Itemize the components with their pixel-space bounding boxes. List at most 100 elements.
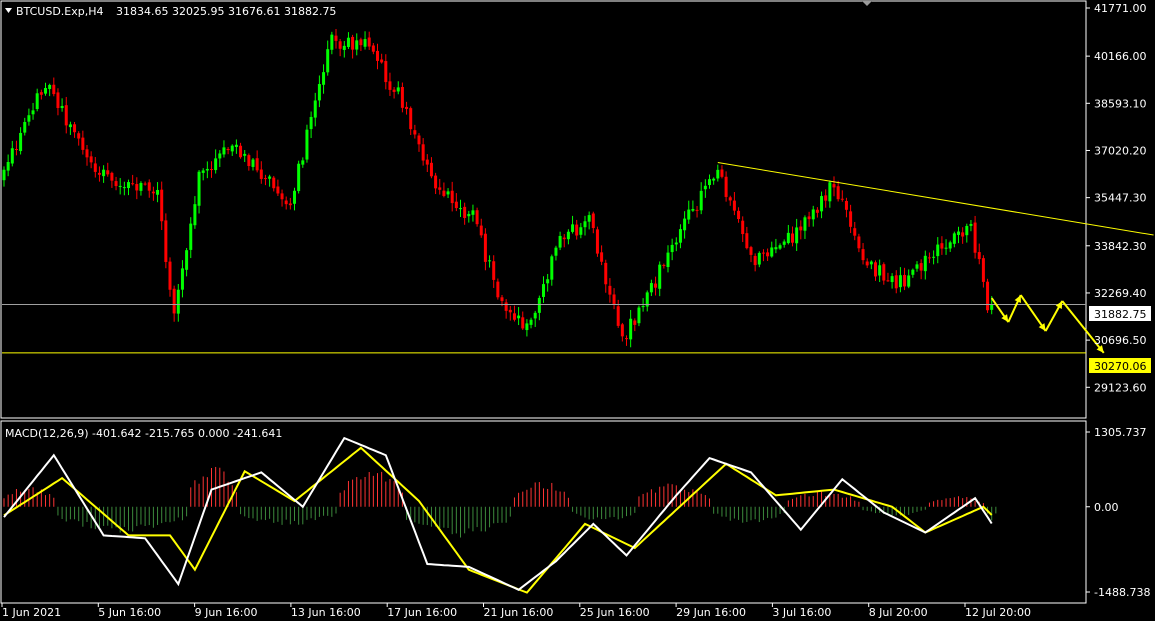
time-tick-label: 13 Jun 16:00 [291,606,361,619]
candle-body [39,92,43,95]
candle-body [147,182,151,191]
candle-body [716,169,720,179]
candle-body [60,105,64,109]
candle [392,87,396,99]
candle-body [703,185,707,190]
candle-body [35,93,39,110]
time-tick-label: 8 Jul 20:00 [869,606,928,619]
candle [504,299,508,319]
candle-body [384,61,388,83]
candle [973,215,977,259]
candle-body [106,170,110,175]
candle [554,245,558,261]
candle [625,335,628,346]
candle [803,215,807,239]
trading-chart[interactable]: 41771.00 40166.00 38593.10 37020.20 35447.30… [0,0,1155,621]
candle-body [73,124,77,133]
candle [757,251,761,268]
price-axis[interactable]: 41771.00 40166.00 38593.10 37020.20 35447.30… [1086,2,1147,394]
candle [898,267,902,293]
candle [915,261,919,272]
candle-body [670,244,674,253]
candle [214,149,218,174]
candle-body [608,285,612,295]
candle-body [297,163,301,192]
candle [197,170,201,214]
time-tick-label: 21 Jun 16:00 [484,606,554,619]
candle [828,180,832,208]
price-tick-label: 38593.10 [1094,97,1147,110]
candle [778,243,782,250]
candle [176,283,180,322]
candle-body [537,297,541,313]
time-tick-label: 25 Jun 16:00 [580,606,650,619]
candle [786,224,790,245]
candle [218,150,222,168]
candle [844,197,848,218]
macd-axis[interactable]: 1305.737 0.00 -1488.738 [1086,426,1150,599]
candle [587,211,591,230]
candle [446,188,450,199]
candle-body [927,257,931,259]
candle [558,231,562,251]
candle [961,227,965,244]
candle-body [782,241,786,245]
candle-body [745,233,749,249]
candle [525,319,529,337]
candle-body [778,245,782,249]
candle [180,260,184,298]
candle [297,160,301,194]
candle-body [533,312,537,319]
candle [703,179,707,198]
candle-body [919,263,923,271]
candle [695,205,699,218]
candle [683,211,687,239]
candle [517,307,521,326]
candle-body [429,162,433,177]
candle [903,267,907,291]
candle-body [367,37,371,47]
candle [836,180,840,202]
candle [251,157,255,171]
candle [355,33,359,56]
triangle-down-icon[interactable] [5,8,12,13]
candle-body [529,319,533,325]
candle [400,82,404,113]
candle-body [824,195,828,201]
candle [600,245,604,266]
candle-body [973,222,977,253]
candle-body [425,159,429,165]
candle-body [844,200,848,210]
candle [193,196,197,229]
candle [728,195,732,206]
candle-body [815,209,819,213]
candle-body [305,129,309,160]
candle [861,243,865,265]
candle-body [371,45,375,52]
candle [550,254,554,286]
candle [761,249,765,262]
candle-body [280,193,284,200]
candle-body [243,153,247,156]
candle [322,64,326,94]
time-axis[interactable]: 1 Jun 2021 5 Jun 16:00 9 Jun 16:00 13 Jun 1… [1,603,1031,619]
candle-body [903,274,907,287]
candle-body [981,258,985,282]
candle [272,175,276,192]
candle-body [376,50,379,61]
candle [405,101,409,115]
candle-body [251,159,255,167]
candle [865,258,869,269]
trendline[interactable] [717,161,1154,236]
candle-body [512,313,516,320]
drawing-overlays[interactable] [2,161,1154,354]
candle-body [222,147,226,155]
candle-body [600,252,604,262]
candle-body [566,231,570,240]
candle [259,161,263,184]
candle-body [77,133,81,139]
candle [986,278,990,313]
candle [160,181,164,231]
candle-body [894,275,898,289]
candle [168,257,172,297]
